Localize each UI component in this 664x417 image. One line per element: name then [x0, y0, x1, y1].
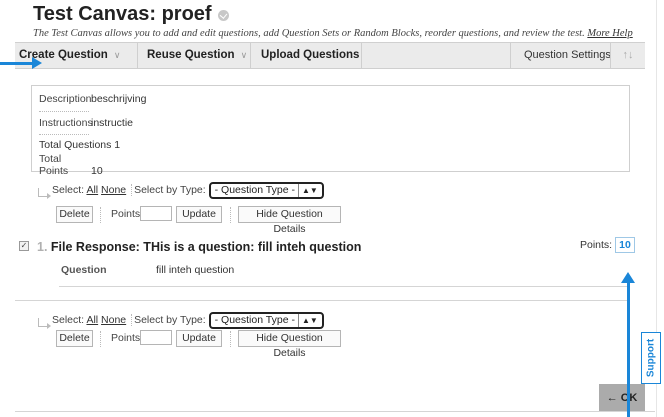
question-text: fill inteh question	[156, 264, 235, 276]
divider	[39, 134, 89, 135]
question-settings-button[interactable]: Question Settings	[510, 43, 611, 68]
support-tab[interactable]: Support	[641, 332, 661, 384]
page-title: Test Canvas: proef	[33, 3, 229, 26]
action-toolbar: Create Question ∨ Reuse Question ∨ Upload …	[15, 42, 645, 69]
update-button[interactable]: Update	[176, 330, 222, 347]
upload-questions-button[interactable]: Upload Questions	[251, 43, 362, 68]
points-label: Points	[111, 332, 141, 344]
select-arrows-icon: ▲▼	[297, 314, 318, 327]
select-by-type-label: Select by Type:	[134, 314, 206, 326]
select-none-link[interactable]: None	[101, 184, 126, 196]
total-questions-row: Total Questions 1	[39, 139, 120, 151]
arrow-left-icon	[0, 57, 42, 69]
total-questions-label: Total Questions	[39, 139, 112, 151]
upload-questions-label: Upload Questions	[261, 49, 360, 61]
divider	[230, 207, 231, 223]
question-type-value: - Question Type -	[214, 314, 295, 326]
sort-icon[interactable]: ↑↓	[610, 43, 645, 68]
chevron-down-icon: ∨	[240, 50, 248, 60]
question-settings-label: Question Settings	[524, 49, 611, 61]
question-checkbox[interactable]: ✓	[19, 241, 29, 251]
divider	[230, 331, 231, 347]
description-value: beschrijving	[91, 93, 147, 105]
bracket-arrow-icon	[38, 318, 51, 329]
reuse-question-label: Reuse Question	[147, 49, 235, 61]
question-type-select[interactable]: - Question Type - ▲▼	[208, 182, 324, 199]
select-by-type-label: Select by Type:	[134, 184, 206, 196]
description-label: Description	[39, 93, 92, 105]
select-controls-top: Select: All None Select by Type: - Quest…	[52, 182, 324, 199]
delete-button[interactable]: Delete	[56, 206, 93, 223]
support-label: Support	[645, 338, 657, 378]
instructions-label: Instructions	[39, 117, 93, 129]
question-type-value: - Question Type -	[214, 184, 295, 196]
select-label: Select:	[52, 314, 85, 326]
arrow-up-icon	[621, 272, 635, 417]
bracket-arrow-icon	[38, 188, 51, 199]
instructions-value: instructie	[91, 117, 134, 129]
description-text: The Test Canvas allows you to add and ed…	[33, 28, 585, 39]
question-points: Points: 10	[580, 237, 635, 253]
test-info-box: Descriptionbeschrijving Instructionsinst…	[31, 85, 630, 177]
divider	[100, 331, 101, 347]
more-help-link[interactable]: More Help	[587, 28, 632, 39]
question-label: Question	[61, 264, 107, 276]
question-title[interactable]: 1. File Response: THis is a question: fi…	[37, 240, 361, 254]
total-points-label: Total Points	[39, 153, 69, 177]
divider	[15, 300, 630, 301]
divider	[59, 286, 627, 287]
description-row: Descriptionbeschrijving	[39, 93, 146, 105]
instructions-row: Instructionsinstructie	[39, 117, 133, 129]
points-label: Points:	[580, 239, 613, 251]
total-points-value: 10	[91, 165, 103, 177]
question-number: 1.	[37, 240, 48, 254]
select-none-link[interactable]: None	[101, 314, 126, 326]
chevron-down-icon: ∨	[113, 50, 121, 60]
points-value[interactable]: 10	[615, 237, 635, 253]
hide-question-details-button[interactable]: Hide Question Details	[238, 206, 341, 235]
select-label: Select:	[52, 184, 85, 196]
total-questions-value: 1	[114, 139, 121, 151]
question-type-select[interactable]: - Question Type - ▲▼	[208, 312, 324, 329]
points-input[interactable]	[140, 206, 172, 221]
total-points-row: Total Points 10	[39, 153, 103, 177]
question-title-text: File Response: THis is a question: fill …	[50, 240, 362, 254]
reuse-question-menu[interactable]: Reuse Question ∨	[138, 43, 251, 68]
select-arrows-icon: ▲▼	[297, 184, 318, 197]
divider	[39, 111, 89, 112]
select-all-link[interactable]: All	[86, 314, 98, 326]
delete-button[interactable]: Delete	[56, 330, 93, 347]
select-controls-bottom: Select: All None Select by Type: - Quest…	[52, 312, 324, 329]
ok-button[interactable]: ← OK	[599, 384, 645, 412]
select-all-link[interactable]: All	[86, 184, 98, 196]
divider	[100, 207, 101, 223]
divider	[15, 411, 655, 412]
page-description: The Test Canvas allows you to add and ed…	[33, 28, 663, 39]
info-icon[interactable]	[217, 10, 229, 21]
points-label: Points	[111, 208, 141, 220]
page-title-text: Test Canvas: proef	[33, 3, 212, 25]
update-button[interactable]: Update	[176, 206, 222, 223]
hide-question-details-button[interactable]: Hide Question Details	[238, 330, 341, 359]
points-input[interactable]	[140, 330, 172, 345]
